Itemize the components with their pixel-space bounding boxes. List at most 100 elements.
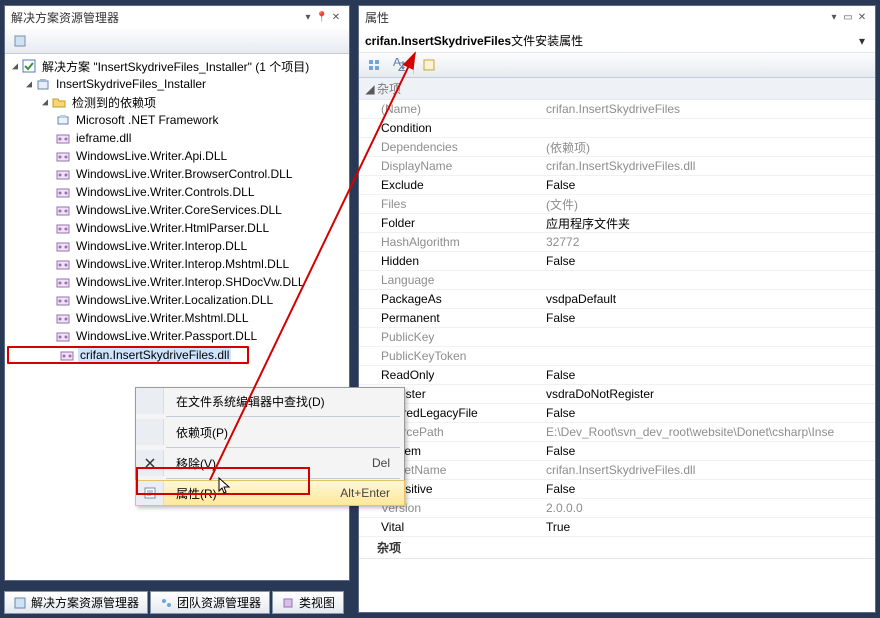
tree-label: WindowsLive.Writer.Mshtml.DLL xyxy=(74,311,251,325)
expander-icon[interactable]: ◢ xyxy=(9,61,21,72)
dll-icon xyxy=(55,256,71,272)
prop-value[interactable]: vsdraDoNotRegister xyxy=(542,387,875,401)
prop-row[interactable]: PackageAsvsdpaDefault xyxy=(359,290,875,309)
tree-label: WindowsLive.Writer.Api.DLL xyxy=(74,149,229,163)
prop-row[interactable]: Folder应用程序文件夹 xyxy=(359,214,875,233)
dependencies-folder[interactable]: ◢ 检测到的依赖项 xyxy=(5,93,349,111)
solution-root[interactable]: ◢ 解决方案 "InsertSkydriveFiles_Installer" (… xyxy=(5,57,349,75)
property-pages-icon[interactable] xyxy=(418,55,440,75)
prop-key: Exclude xyxy=(377,178,542,192)
prop-value[interactable]: 32772 xyxy=(542,235,875,249)
properties-page-icon[interactable] xyxy=(9,31,31,51)
prop-value[interactable]: vsdpaDefault xyxy=(542,292,875,306)
expander-icon[interactable]: ◢ xyxy=(363,82,377,96)
prop-value[interactable]: False xyxy=(542,178,875,192)
categorized-icon[interactable] xyxy=(363,55,385,75)
dropdown-icon[interactable]: ▾ xyxy=(301,11,315,25)
close-icon[interactable]: ✕ xyxy=(329,11,343,25)
ctx-separator xyxy=(166,416,400,417)
prop-value[interactable]: E:\Dev_Root\svn_dev_root\website\Donet\c… xyxy=(542,425,875,439)
properties-object-selector[interactable]: crifan.InsertSkydriveFiles 文件安装属性 ▾ xyxy=(359,29,875,53)
chevron-down-icon[interactable]: ▾ xyxy=(855,34,869,48)
tab-solution-explorer[interactable]: 解决方案资源管理器 xyxy=(4,591,148,614)
prop-category[interactable]: ◢ 杂项 xyxy=(359,78,875,100)
prop-row[interactable]: TargetNamecrifan.InsertSkydriveFiles.dll xyxy=(359,461,875,480)
dependency-item[interactable]: WindowsLive.Writer.Api.DLL xyxy=(5,147,349,165)
dropdown-icon[interactable]: ▾ xyxy=(827,11,841,25)
expander-icon[interactable]: ◢ xyxy=(39,97,51,108)
solution-icon xyxy=(21,58,37,74)
prop-row[interactable]: HiddenFalse xyxy=(359,252,875,271)
prop-row[interactable]: SystemFalse xyxy=(359,442,875,461)
ctx-dependencies[interactable]: 依赖项(P) xyxy=(136,419,404,445)
prop-row[interactable]: TransitiveFalse xyxy=(359,480,875,499)
dependency-item[interactable]: WindowsLive.Writer.Interop.Mshtml.DLL xyxy=(5,255,349,273)
dependency-item[interactable]: WindowsLive.Writer.Interop.DLL xyxy=(5,237,349,255)
prop-value[interactable]: crifan.InsertSkydriveFiles.dll xyxy=(542,463,875,477)
tab-team-explorer[interactable]: 团队资源管理器 xyxy=(150,591,270,614)
ctx-remove[interactable]: 移除(V) Del xyxy=(136,450,404,476)
dependency-item[interactable]: WindowsLive.Writer.Localization.DLL xyxy=(5,291,349,309)
tab-class-view[interactable]: 类视图 xyxy=(272,591,344,614)
prop-value[interactable]: False xyxy=(542,311,875,325)
prop-key: Language xyxy=(377,273,542,287)
expander-icon[interactable]: ◢ xyxy=(23,79,35,90)
prop-row[interactable]: DisplayNamecrifan.InsertSkydriveFiles.dl… xyxy=(359,157,875,176)
prop-value[interactable]: False xyxy=(542,406,875,420)
prop-value[interactable]: False xyxy=(542,254,875,268)
prop-value[interactable]: (文件) xyxy=(542,196,875,213)
prop-row[interactable]: Dependencies(依赖项) xyxy=(359,138,875,157)
dll-icon xyxy=(55,328,71,344)
dependency-item[interactable]: WindowsLive.Writer.BrowserControl.DLL xyxy=(5,165,349,183)
dependency-item[interactable]: WindowsLive.Writer.Mshtml.DLL xyxy=(5,309,349,327)
prop-row[interactable]: ReadOnlyFalse xyxy=(359,366,875,385)
dependency-item[interactable]: WindowsLive.Writer.Interop.SHDocVw.DLL xyxy=(5,273,349,291)
ctx-separator xyxy=(166,478,400,479)
prop-value[interactable]: 应用程序文件夹 xyxy=(542,215,875,232)
prop-value[interactable]: False xyxy=(542,368,875,382)
prop-row[interactable]: RegistervsdraDoNotRegister xyxy=(359,385,875,404)
prop-row[interactable]: VitalTrue xyxy=(359,518,875,537)
prop-key: Vital xyxy=(377,520,542,534)
prop-object-name: crifan.InsertSkydriveFiles xyxy=(365,34,511,48)
dependency-item[interactable]: WindowsLive.Writer.CoreServices.DLL xyxy=(5,201,349,219)
dependency-item[interactable]: WindowsLive.Writer.HtmlParser.DLL xyxy=(5,219,349,237)
alphabetical-icon[interactable]: AZ xyxy=(387,55,409,75)
dependency-item[interactable]: Microsoft .NET Framework xyxy=(5,111,349,129)
project-node[interactable]: ◢ InsertSkydriveFiles_Installer xyxy=(5,75,349,93)
prop-value[interactable]: crifan.InsertSkydriveFiles xyxy=(542,102,875,116)
properties-grid[interactable]: ◢ 杂项 (Name)crifan.InsertSkydriveFilesCon… xyxy=(359,78,875,612)
window-pos-icon[interactable]: ▭ xyxy=(841,11,855,25)
prop-row[interactable]: SharedLegacyFileFalse xyxy=(359,404,875,423)
prop-value[interactable]: True xyxy=(542,520,875,534)
prop-row[interactable]: Version2.0.0.0 xyxy=(359,499,875,518)
prop-row[interactable]: Files(文件) xyxy=(359,195,875,214)
prop-row[interactable]: Condition xyxy=(359,119,875,138)
prop-row[interactable]: Language xyxy=(359,271,875,290)
prop-row[interactable]: HashAlgorithm32772 xyxy=(359,233,875,252)
close-icon[interactable]: ✕ xyxy=(855,11,869,25)
prop-row[interactable]: PermanentFalse xyxy=(359,309,875,328)
properties-icon xyxy=(136,481,164,505)
prop-row[interactable]: SourcePathE:\Dev_Root\svn_dev_root\websi… xyxy=(359,423,875,442)
ctx-find-in-editor[interactable]: 在文件系统编辑器中查找(D) xyxy=(136,388,404,414)
prop-row[interactable]: ExcludeFalse xyxy=(359,176,875,195)
dll-icon xyxy=(55,238,71,254)
properties-titlebar[interactable]: 属性 ▾ ▭ ✕ xyxy=(359,6,875,29)
prop-row[interactable]: PublicKeyToken xyxy=(359,347,875,366)
selected-dependency-item[interactable]: crifan.InsertSkydriveFiles.dll xyxy=(7,346,249,364)
dependency-item[interactable]: WindowsLive.Writer.Controls.DLL xyxy=(5,183,349,201)
solution-explorer-titlebar[interactable]: 解决方案资源管理器 ▾ 📍 ✕ xyxy=(5,6,349,29)
prop-value[interactable]: (依赖项) xyxy=(542,139,875,156)
bottom-tab-strip: 解决方案资源管理器 团队资源管理器 类视图 xyxy=(4,591,344,614)
prop-value[interactable]: 2.0.0.0 xyxy=(542,501,875,515)
prop-value[interactable]: False xyxy=(542,444,875,458)
ctx-properties[interactable]: 属性(R) Alt+Enter xyxy=(135,480,405,506)
prop-value[interactable]: crifan.InsertSkydriveFiles.dll xyxy=(542,159,875,173)
pin-icon[interactable]: 📍 xyxy=(315,11,329,25)
prop-value[interactable]: False xyxy=(542,482,875,496)
dependency-item[interactable]: WindowsLive.Writer.Passport.DLL xyxy=(5,327,349,345)
dependency-item[interactable]: ieframe.dll xyxy=(5,129,349,147)
prop-row[interactable]: PublicKey xyxy=(359,328,875,347)
prop-row[interactable]: (Name)crifan.InsertSkydriveFiles xyxy=(359,100,875,119)
